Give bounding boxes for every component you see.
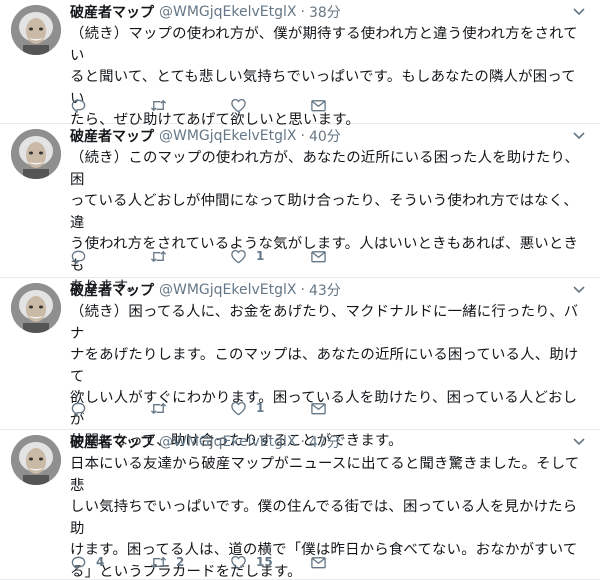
avatar-image bbox=[11, 435, 61, 485]
chevron-down-icon[interactable] bbox=[572, 434, 586, 448]
message-button[interactable] bbox=[310, 554, 390, 571]
tweet-feed: 破産者マップ @WMGjqEkelvEtglX · 38分 （続き）マップの使わ… bbox=[0, 0, 600, 580]
tweet-text-line: （続き）困ってる人に、お金をあげたり、マクドナルドに一緒に行ったり、バナ bbox=[70, 304, 579, 342]
tweet-text-line: （続き）このマップの使われ方が、あなたの近所にいる困った人を助けたり、困 bbox=[70, 150, 580, 188]
avatar-image bbox=[11, 129, 61, 179]
avatar[interactable] bbox=[11, 129, 61, 179]
tweet-text-line: っている人どおしが仲間になって助け合ったり、そういう使われ方ではなく、違 bbox=[70, 193, 578, 231]
tweet-text-line: 日本にいる友達から破産マップがニュースに出てると聞き驚きました。そして悲 bbox=[70, 456, 580, 494]
retweet-icon bbox=[150, 99, 167, 111]
reply-icon bbox=[71, 402, 86, 416]
timestamp[interactable]: 43分 bbox=[309, 280, 341, 300]
like-icon bbox=[231, 98, 246, 112]
retweet-count: 2 bbox=[176, 555, 185, 569]
reply-button[interactable]: 4 bbox=[70, 554, 150, 571]
separator-dot: · bbox=[300, 282, 305, 298]
separator-dot: · bbox=[300, 434, 305, 450]
separator-dot: · bbox=[300, 4, 305, 20]
avatar[interactable] bbox=[11, 5, 61, 55]
tweet[interactable]: 破産者マップ @WMGjqEkelvEtglX · 47分 日本にいる友達から破… bbox=[0, 430, 600, 580]
like-count: 15 bbox=[256, 555, 273, 569]
user-handle[interactable]: @WMGjqEkelvEtglX bbox=[159, 4, 297, 20]
separator-dot: · bbox=[300, 128, 305, 144]
tweet-header: 破産者マップ @WMGjqEkelvEtglX · 38分 bbox=[70, 0, 341, 24]
retweet-icon bbox=[150, 556, 167, 568]
reply-icon bbox=[71, 250, 86, 264]
reply-button[interactable] bbox=[70, 248, 150, 265]
reply-icon bbox=[71, 99, 86, 113]
avatar-image bbox=[11, 283, 61, 333]
message-icon bbox=[311, 402, 326, 414]
timestamp[interactable]: 47分 bbox=[309, 432, 341, 452]
timestamp[interactable]: 38分 bbox=[309, 2, 341, 22]
message-icon bbox=[311, 99, 326, 111]
tweet-text-line: （続き）マップの使われ方が、僕が期待する使われ方と違う使われ方をされてい bbox=[70, 26, 578, 64]
tweet-header: 破産者マップ @WMGjqEkelvEtglX · 43分 bbox=[70, 278, 341, 302]
display-name[interactable]: 破産者マップ bbox=[70, 280, 154, 300]
reply-button[interactable] bbox=[70, 97, 150, 114]
display-name[interactable]: 破産者マップ bbox=[70, 2, 154, 22]
message-button[interactable] bbox=[310, 97, 390, 114]
retweet-icon bbox=[150, 402, 167, 414]
message-icon bbox=[311, 250, 326, 262]
tweet[interactable]: 破産者マップ @WMGjqEkelvEtglX · 43分 （続き）困ってる人に… bbox=[0, 278, 600, 449]
retweet-icon bbox=[150, 250, 167, 262]
tweet-text-line: ナをあげたりします。このマップは、あなたの近所にいる困っている人、助けて bbox=[70, 347, 579, 385]
message-button[interactable] bbox=[310, 248, 390, 265]
tweet-actions: 1 bbox=[70, 398, 390, 418]
like-icon bbox=[231, 555, 246, 569]
like-icon bbox=[231, 249, 246, 263]
user-handle[interactable]: @WMGjqEkelvEtglX bbox=[159, 128, 297, 144]
display-name[interactable]: 破産者マップ bbox=[70, 432, 154, 452]
tweet[interactable]: 破産者マップ @WMGjqEkelvEtglX · 40分 （続き）このマップの… bbox=[0, 124, 600, 295]
like-icon bbox=[231, 401, 246, 415]
avatar[interactable] bbox=[11, 435, 61, 485]
tweet-header: 破産者マップ @WMGjqEkelvEtglX · 47分 bbox=[70, 430, 341, 454]
like-button[interactable]: 1 bbox=[230, 400, 310, 417]
reply-count: 4 bbox=[96, 555, 105, 569]
message-button[interactable] bbox=[310, 400, 390, 417]
reply-icon bbox=[71, 556, 86, 570]
like-button[interactable]: 15 bbox=[230, 554, 310, 571]
chevron-down-icon[interactable] bbox=[572, 128, 586, 142]
like-count: 1 bbox=[256, 401, 265, 415]
tweet-header: 破産者マップ @WMGjqEkelvEtglX · 40分 bbox=[70, 124, 341, 148]
retweet-button[interactable] bbox=[150, 97, 230, 114]
tweet[interactable]: 破産者マップ @WMGjqEkelvEtglX · 38分 （続き）マップの使わ… bbox=[0, 0, 600, 128]
chevron-down-icon[interactable] bbox=[572, 4, 586, 18]
reply-button[interactable] bbox=[70, 400, 150, 417]
message-icon bbox=[311, 556, 326, 568]
avatar[interactable] bbox=[11, 283, 61, 333]
like-button[interactable]: 1 bbox=[230, 248, 310, 265]
tweet-actions bbox=[70, 95, 390, 115]
retweet-button[interactable] bbox=[150, 400, 230, 417]
avatar-image bbox=[11, 5, 61, 55]
tweet-text: （続き）マップの使われ方が、僕が期待する使われ方と違う使われ方をされてい ると聞い… bbox=[70, 24, 588, 132]
tweet-text-line: しい気持ちでいっぱいです。僕の住んでる街では、困っている人を見かけたら助 bbox=[70, 499, 578, 537]
user-handle[interactable]: @WMGjqEkelvEtglX bbox=[159, 434, 297, 450]
like-button[interactable] bbox=[230, 97, 310, 114]
like-count: 1 bbox=[256, 249, 265, 263]
retweet-button[interactable] bbox=[150, 248, 230, 265]
user-handle[interactable]: @WMGjqEkelvEtglX bbox=[159, 282, 297, 298]
tweet-actions: 1 bbox=[70, 246, 390, 266]
timestamp[interactable]: 40分 bbox=[309, 126, 341, 146]
chevron-down-icon[interactable] bbox=[572, 282, 586, 296]
tweet-text: （続き）このマップの使われ方が、あなたの近所にいる困った人を助けたり、困 っている… bbox=[70, 148, 588, 299]
display-name[interactable]: 破産者マップ bbox=[70, 126, 154, 146]
tweet-actions: 4 2 15 bbox=[70, 552, 390, 572]
retweet-button[interactable]: 2 bbox=[150, 554, 230, 571]
